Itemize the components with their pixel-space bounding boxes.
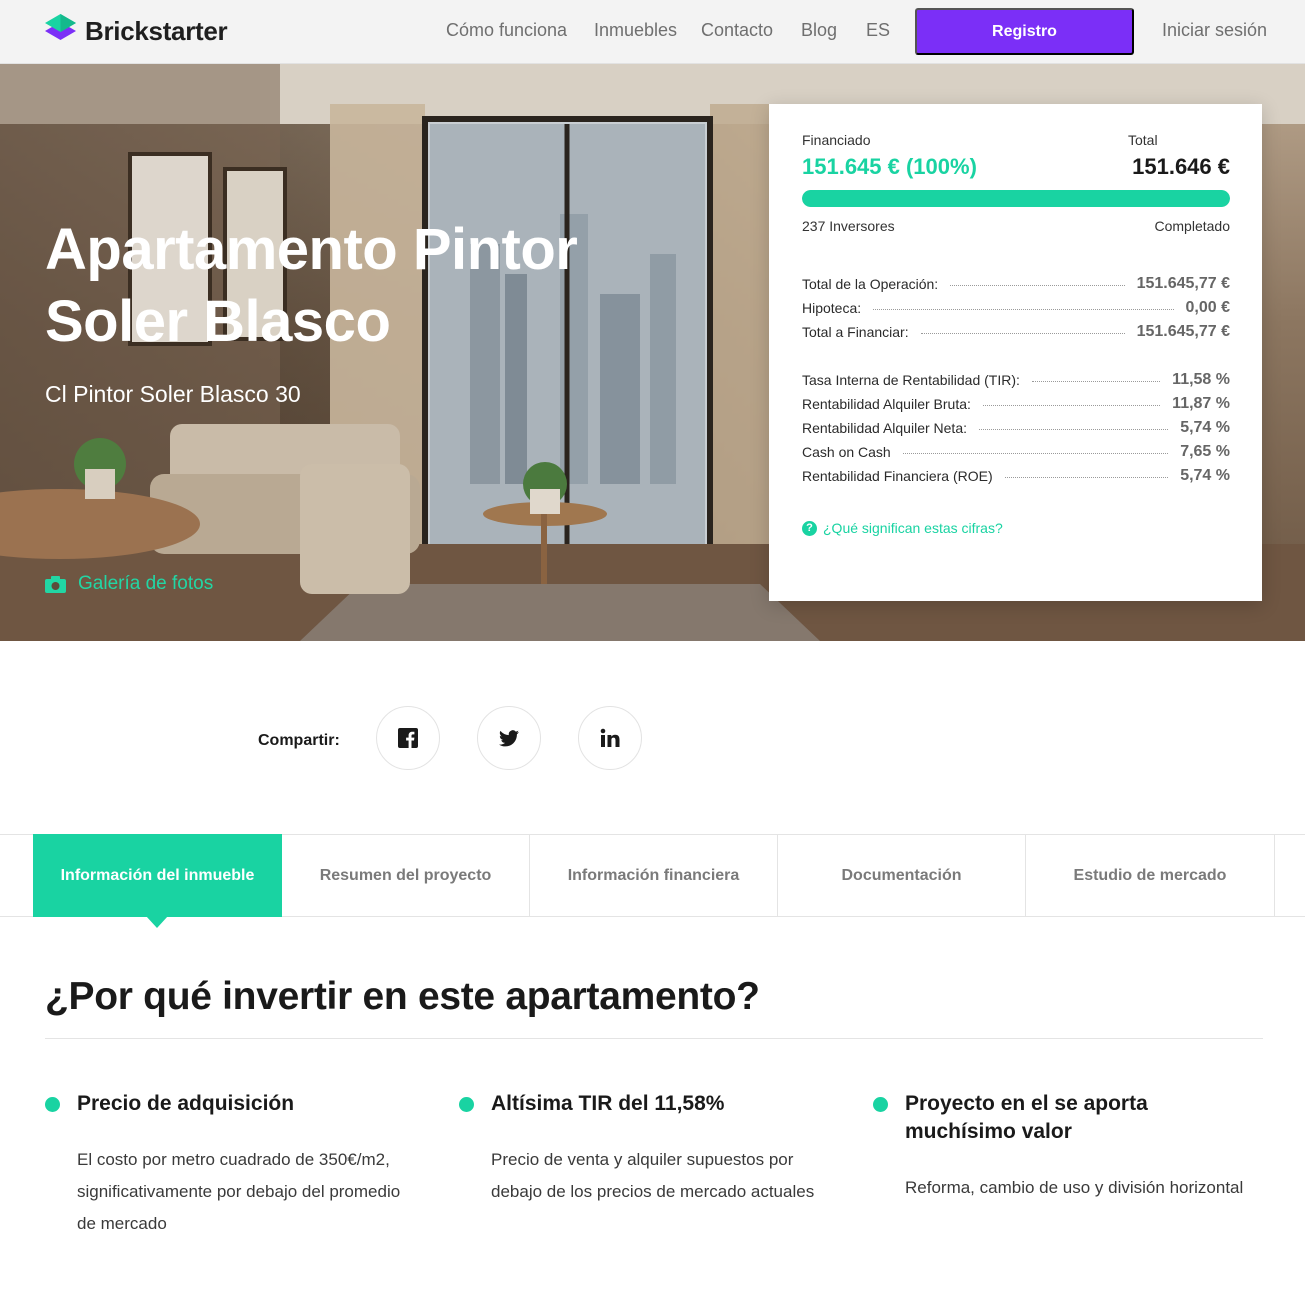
return-row: Rentabilidad Alquiler Neta: 5,74 % [802,418,1230,438]
row-label: Total a Financiar: [802,324,909,340]
row-label: Hipoteca: [802,300,862,316]
investors-count: 237 Inversores [802,218,895,234]
feature-item: Altísima TIR del 11,58% Precio de venta … [459,1090,829,1208]
language-selector[interactable]: ES [866,20,890,41]
share-linkedin-button[interactable] [578,706,642,770]
feature-title: Altísima TIR del 11,58% [491,1092,725,1115]
feature-text: Reforma, cambio de uso y división horizo… [905,1178,1244,1197]
row-label: Tasa Interna de Rentabilidad (TIR): [802,372,1020,388]
funding-status: Completado [1154,218,1231,234]
row-value: 5,74 % [1180,467,1230,484]
facebook-icon [398,728,418,748]
why-invest-heading: ¿Por qué invertir en este apartamento? [45,975,760,1018]
row-label: Cash on Cash [802,444,891,460]
row-value: 7,65 % [1180,443,1230,460]
feature-title: Proyecto en el se aporta muchísimo valor [905,1092,1148,1143]
funded-amount: 151.645 € (100%) [802,154,977,179]
operation-row: Hipoteca: 0,00 € [802,298,1230,318]
funding-progress-bar [802,190,1230,207]
bullet-dot-icon [459,1097,474,1112]
row-value: 11,87 % [1172,395,1230,412]
nav-contacto[interactable]: Contacto [701,20,773,41]
nav-como-funciona[interactable]: Cómo funciona [446,20,567,41]
share-label: Compartir: [258,732,340,749]
return-row: Rentabilidad Financiera (ROE) 5,74 % [802,466,1230,486]
share-facebook-button[interactable] [376,706,440,770]
twitter-icon [499,729,519,746]
operation-row: Total a Financiar: 151.645,77 € [802,322,1230,342]
total-label: Total [1128,132,1158,148]
feature-text: El costo por metro cuadrado de 350€/m2, … [77,1150,401,1233]
property-address: Cl Pintor Soler Blasco 30 [45,381,301,407]
question-circle-icon: ? [802,520,817,536]
login-link[interactable]: Iniciar sesión [1162,20,1267,41]
feature-item: Proyecto en el se aporta muchísimo valor… [873,1090,1263,1204]
operation-row: Total de la Operación: 151.645,77 € [802,274,1230,294]
section-divider [45,1038,1263,1039]
brand-logo[interactable]: Brickstarter [44,14,228,48]
return-row: Cash on Cash 7,65 % [802,442,1230,462]
tab-informacion-financiera[interactable]: Información financiera [530,834,778,917]
brickstarter-logo-icon [45,14,76,40]
share-twitter-button[interactable] [477,706,541,770]
bullet-dot-icon [45,1097,60,1112]
site-header: Brickstarter Cómo funciona Inmuebles Con… [0,0,1305,64]
return-row: Tasa Interna de Rentabilidad (TIR): 11,5… [802,370,1230,390]
funding-card: Financiado Total 151.645 € (100%) 151.64… [769,104,1262,601]
photo-gallery-link[interactable]: Galería de fotos [45,573,213,595]
feature-title: Precio de adquisición [77,1092,295,1115]
total-amount: 151.646 € [1132,154,1230,179]
funded-label: Financiado [802,132,871,148]
active-tab-indicator [146,916,168,928]
tab-documentacion[interactable]: Documentación [778,834,1026,917]
gallery-label: Galería de fotos [78,573,214,594]
camera-icon [45,576,66,593]
row-label: Total de la Operación: [802,276,939,292]
row-label: Rentabilidad Alquiler Bruta: [802,396,971,412]
nav-inmuebles[interactable]: Inmuebles [594,20,677,41]
funding-progress-fill [802,190,1230,207]
bullet-dot-icon [873,1097,888,1112]
tab-informacion-inmueble[interactable]: Información del inmueble [33,834,282,917]
row-label: Rentabilidad Financiera (ROE) [802,468,993,484]
feature-item: Precio de adquisición El costo por metro… [45,1090,415,1240]
row-value: 151.645,77 € [1136,275,1230,292]
row-value: 151.645,77 € [1136,323,1230,340]
return-row: Rentabilidad Alquiler Bruta: 11,87 % [802,394,1230,414]
figures-help-link[interactable]: ? ¿Qué significan estas cifras? [802,520,1003,536]
linkedin-icon [600,728,620,747]
row-label: Rentabilidad Alquiler Neta: [802,420,967,436]
row-value: 0,00 € [1185,299,1230,316]
brand-name: Brickstarter [85,15,228,46]
property-title: Apartamento Pintor Soler Blasco [45,217,578,354]
row-value: 11,58 % [1172,371,1230,388]
row-value: 5,74 % [1180,419,1230,436]
tab-estudio-mercado[interactable]: Estudio de mercado [1026,834,1275,917]
tab-resumen-proyecto[interactable]: Resumen del proyecto [282,834,530,917]
feature-text: Precio de venta y alquiler supuestos por… [491,1150,815,1201]
register-button[interactable]: Registro [915,8,1134,55]
help-link-label: ¿Qué significan estas cifras? [823,520,1003,536]
nav-blog[interactable]: Blog [801,20,837,41]
